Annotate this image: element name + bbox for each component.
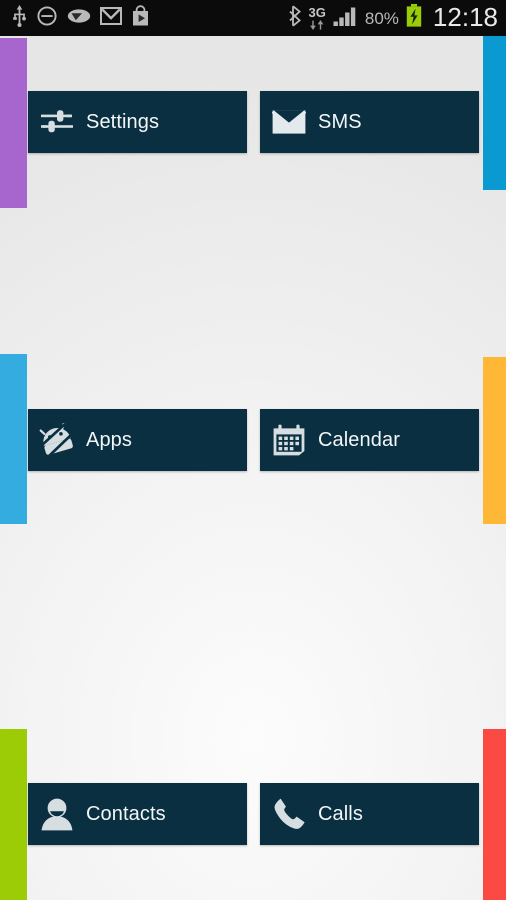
network-type-icon: 3G [308, 4, 326, 30]
android-robot-icon [28, 409, 86, 471]
pointer-icon [67, 7, 91, 30]
tile-calls[interactable]: Calls [260, 783, 479, 845]
tile-apps[interactable]: Apps [28, 409, 247, 471]
edge-bar-red [483, 729, 506, 900]
status-bar-left-icons [0, 4, 150, 32]
tile-label: SMS [318, 111, 362, 133]
edge-bar-cyan [483, 36, 506, 190]
status-bar-clock: 12:18 [432, 2, 498, 32]
home-screen: 3G 80% 12:18 Settings SMS Apps Calendar … [0, 0, 506, 900]
mute-icon [36, 5, 58, 32]
edge-bar-orange [483, 357, 506, 524]
tile-label: Calls [318, 803, 363, 825]
network-type-label: 3G [308, 4, 326, 20]
tile-settings[interactable]: Settings [28, 91, 247, 153]
tile-contacts[interactable]: Contacts [28, 783, 247, 845]
play-store-icon [131, 5, 150, 31]
sliders-icon [28, 91, 86, 153]
person-icon [28, 783, 86, 845]
usb-icon [12, 4, 27, 32]
battery-charging-icon [406, 4, 422, 32]
tile-label: Apps [86, 429, 132, 451]
status-bar-right-icons: 3G 80% 12:18 [288, 4, 506, 32]
tile-label: Calendar [318, 429, 400, 451]
gmail-icon [100, 6, 122, 30]
edge-bar-lime [0, 729, 27, 900]
tile-label: Contacts [86, 803, 166, 825]
bluetooth-icon [288, 5, 302, 32]
phone-handset-icon [260, 783, 318, 845]
signal-strength-icon [333, 6, 358, 31]
envelope-icon [260, 91, 318, 153]
tile-label: Settings [86, 111, 160, 133]
edge-bar-purple [0, 38, 27, 208]
status-bar[interactable]: 3G 80% 12:18 [0, 0, 506, 36]
calendar-icon [260, 409, 318, 471]
edge-bar-lightblue [0, 354, 27, 524]
battery-percent-label: 80% [364, 8, 399, 28]
tile-sms[interactable]: SMS [260, 91, 479, 153]
tile-calendar[interactable]: Calendar [260, 409, 479, 471]
